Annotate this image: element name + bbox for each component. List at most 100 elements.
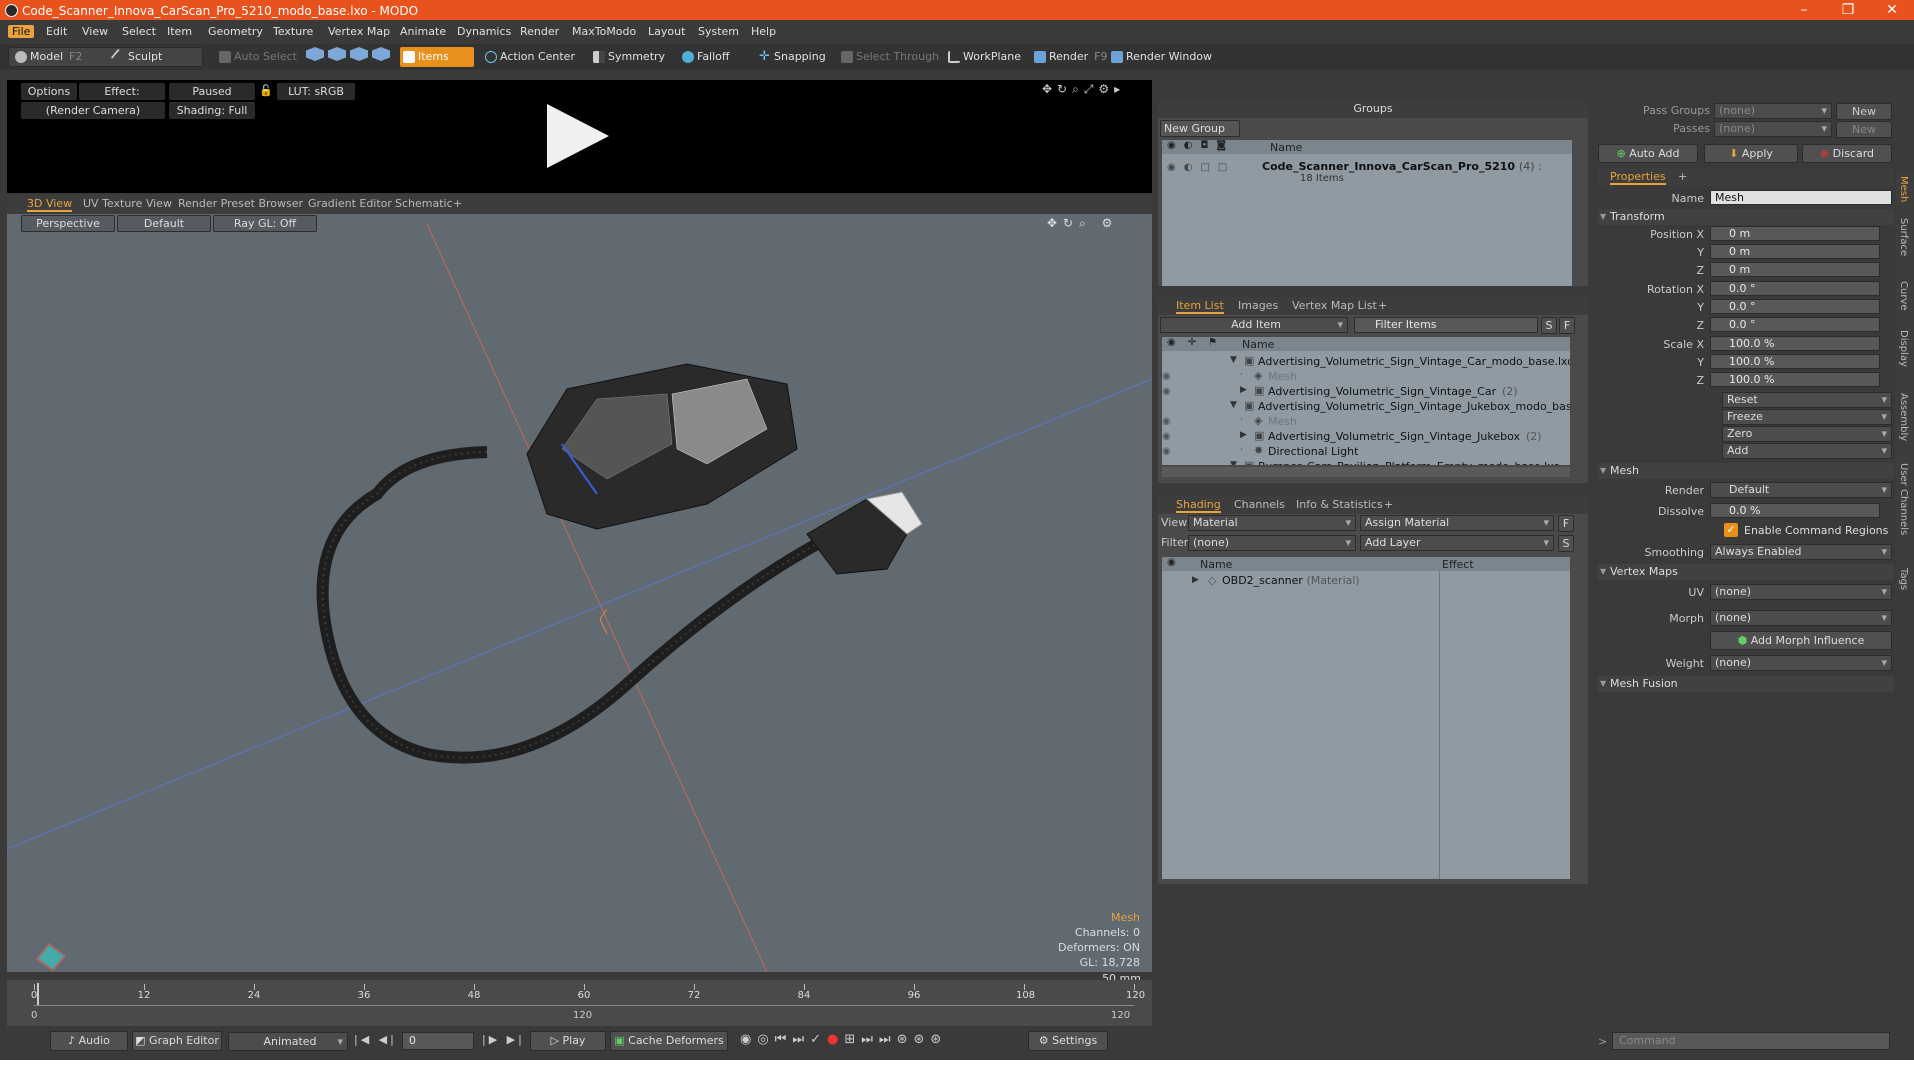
pass-groups-dropdown[interactable]: (none) (1714, 103, 1832, 119)
add-item-dropdown[interactable]: Add Item (1160, 317, 1348, 333)
menu-render[interactable]: Render (516, 25, 563, 38)
scale-x-input[interactable]: 100.0 % (1710, 336, 1880, 351)
tab-properties-add[interactable]: + (1678, 170, 1687, 183)
render-dropdown[interactable]: Default (1710, 482, 1892, 498)
preview-effect-dropdown[interactable]: Effect: (Shadi... (79, 83, 165, 113)
polygons-icon[interactable] (350, 47, 368, 61)
select-through-button[interactable]: Select Through (838, 47, 939, 67)
visibility-eye-icon[interactable]: ◉ (1162, 416, 1176, 428)
itemlist-f-button[interactable]: F (1559, 317, 1575, 334)
transport-back-icons[interactable]: |◀ ◀| (354, 1033, 397, 1046)
animated-dropdown[interactable]: Animated (228, 1032, 348, 1051)
visibility-eye-icon[interactable]: ◉ (1162, 431, 1176, 443)
expand-arrow-icon[interactable]: · (1240, 370, 1243, 380)
shading-f-button[interactable]: F (1558, 515, 1574, 532)
freeze-dropdown[interactable]: Freeze (1722, 409, 1892, 425)
discard-button[interactable]: ⊗ Discard (1802, 144, 1892, 163)
auto-select-button[interactable]: Auto Select (216, 47, 297, 67)
assign-material-dropdown[interactable]: Assign Material (1360, 515, 1554, 531)
menu-dynamics[interactable]: Dynamics (453, 25, 515, 38)
expand-arrow-icon[interactable]: ▼ (1230, 355, 1237, 365)
itemlist-s-button[interactable]: S (1541, 317, 1557, 334)
tab-itemlist-add[interactable]: + (1378, 299, 1387, 312)
command-input[interactable]: Command (1612, 1032, 1890, 1050)
side-tab-display[interactable]: Display (1898, 330, 1909, 367)
side-tab-mesh[interactable]: Mesh (1898, 176, 1909, 202)
shading-view-dropdown[interactable]: Material (1188, 515, 1356, 531)
tab-channels[interactable]: Channels (1234, 498, 1285, 511)
passes-new-button[interactable]: New (1836, 121, 1892, 138)
position-x-input[interactable]: 0 m (1710, 226, 1880, 241)
expand-arrow-icon[interactable]: · (1240, 415, 1243, 425)
command-regions-checkbox[interactable]: ✓ (1724, 523, 1738, 537)
side-tab-assembly[interactable]: Assembly (1898, 393, 1909, 441)
minimize-button[interactable]: – (1786, 2, 1822, 20)
tab-gradient-editor[interactable]: Gradient Editor (308, 197, 392, 210)
vertex-maps-section[interactable]: Vertex Maps (1598, 564, 1894, 580)
material-row[interactable]: OBD2_scanner (Material) (1222, 574, 1360, 587)
preview-options-button[interactable]: Options (21, 83, 77, 100)
position-y-input[interactable]: 0 m (1710, 244, 1880, 259)
menu-help[interactable]: Help (747, 25, 780, 38)
visibility-eye-icon[interactable]: ◉ (1162, 386, 1176, 398)
sculpt-mode-button[interactable]: Sculpt (110, 47, 162, 67)
expand-arrow-icon[interactable]: ▼ (1230, 460, 1237, 465)
materials-icon[interactable] (372, 47, 390, 61)
render-window-button[interactable]: Render Window (1108, 47, 1212, 67)
play-icon[interactable] (547, 104, 609, 168)
tab-add[interactable]: + (453, 197, 462, 210)
preview-paused-button[interactable]: Paused (169, 83, 255, 100)
timeline-playhead[interactable] (37, 983, 39, 1005)
expand-arrow-icon[interactable]: ▶ (1240, 430, 1247, 440)
expand-arrow-icon[interactable]: ▶ (1192, 575, 1199, 585)
tab-uv-texture-view[interactable]: UV Texture View (83, 197, 172, 210)
edges-icon[interactable] (328, 47, 346, 61)
side-tab-surface[interactable]: Surface (1898, 218, 1909, 256)
uv-dropdown[interactable]: (none) (1710, 584, 1892, 600)
weight-dropdown[interactable]: (none) (1710, 655, 1892, 671)
menu-view[interactable]: View (78, 25, 112, 38)
rotation-y-input[interactable]: 0.0 ° (1710, 299, 1880, 314)
scale-z-input[interactable]: 100.0 % (1710, 372, 1880, 387)
tab-shading-add[interactable]: + (1384, 498, 1393, 511)
menu-system[interactable]: System (694, 25, 743, 38)
rotation-z-input[interactable]: 0.0 ° (1710, 317, 1880, 332)
model-mode-button[interactable]: Model F2 (12, 47, 82, 67)
visibility-eye-icon[interactable] (1162, 461, 1176, 465)
menu-maxtomodo[interactable]: MaxToModo (568, 25, 640, 38)
tab-vertex-map-list[interactable]: Vertex Map List (1292, 299, 1377, 312)
scale-y-input[interactable]: 100.0 % (1710, 354, 1880, 369)
expand-arrow-icon[interactable]: ▶ (1240, 385, 1247, 395)
lock-icon[interactable]: 🔓 (259, 84, 273, 97)
side-tab-curve[interactable]: Curve (1898, 281, 1909, 311)
apply-button[interactable]: ⬇ Apply (1704, 144, 1798, 163)
workplane-button[interactable]: WorkPlane (945, 47, 1021, 67)
menu-animate[interactable]: Animate (396, 25, 450, 38)
command-expand-icon[interactable]: > (1598, 1035, 1607, 1048)
shading-s-button[interactable]: S (1558, 535, 1574, 552)
menu-select[interactable]: Select (118, 25, 160, 38)
add-dropdown[interactable]: Add (1722, 443, 1892, 459)
shading-dropdown[interactable]: Shading: Full (169, 102, 255, 119)
tab-3d-view[interactable]: 3D View (27, 197, 73, 212)
tab-properties[interactable]: Properties (1610, 170, 1666, 185)
menu-vertex-map[interactable]: Vertex Map (324, 25, 394, 38)
mesh-fusion-section[interactable]: Mesh Fusion (1598, 676, 1894, 692)
symmetry-button[interactable]: Symmetry (590, 47, 665, 67)
key-tool-icons[interactable]: ◉◎⏮⏭✓●⊞⏭⏭⊛⊛⊛ (740, 1032, 1020, 1052)
side-tab-user-channels[interactable]: User Channels (1898, 463, 1909, 535)
preview-nav-icons[interactable]: ✥↻⌕⤢⚙▸ (1042, 82, 1125, 97)
camera-dropdown[interactable]: (Render Camera) (21, 102, 165, 119)
tab-render-preset-browser[interactable]: Render Preset Browser (178, 197, 303, 210)
menu-texture[interactable]: Texture (269, 25, 317, 38)
play-button[interactable]: ▷ Play (530, 1031, 606, 1051)
rotation-x-input[interactable]: 0.0 ° (1710, 281, 1880, 296)
audio-button[interactable]: ♪ Audio (50, 1031, 128, 1051)
items-mode-button[interactable]: Items (400, 47, 474, 67)
menu-item[interactable]: Item (163, 25, 196, 38)
passes-dropdown[interactable]: (none) (1714, 121, 1832, 137)
expand-arrow-icon[interactable]: · (1240, 445, 1243, 455)
group-row-name[interactable]: Code_Scanner_Innova_CarScan_Pro_5210 (4)… (1262, 160, 1542, 173)
zero-dropdown[interactable]: Zero (1722, 426, 1892, 442)
add-morph-influence-button[interactable]: ⬢ Add Morph Influence (1710, 631, 1892, 650)
